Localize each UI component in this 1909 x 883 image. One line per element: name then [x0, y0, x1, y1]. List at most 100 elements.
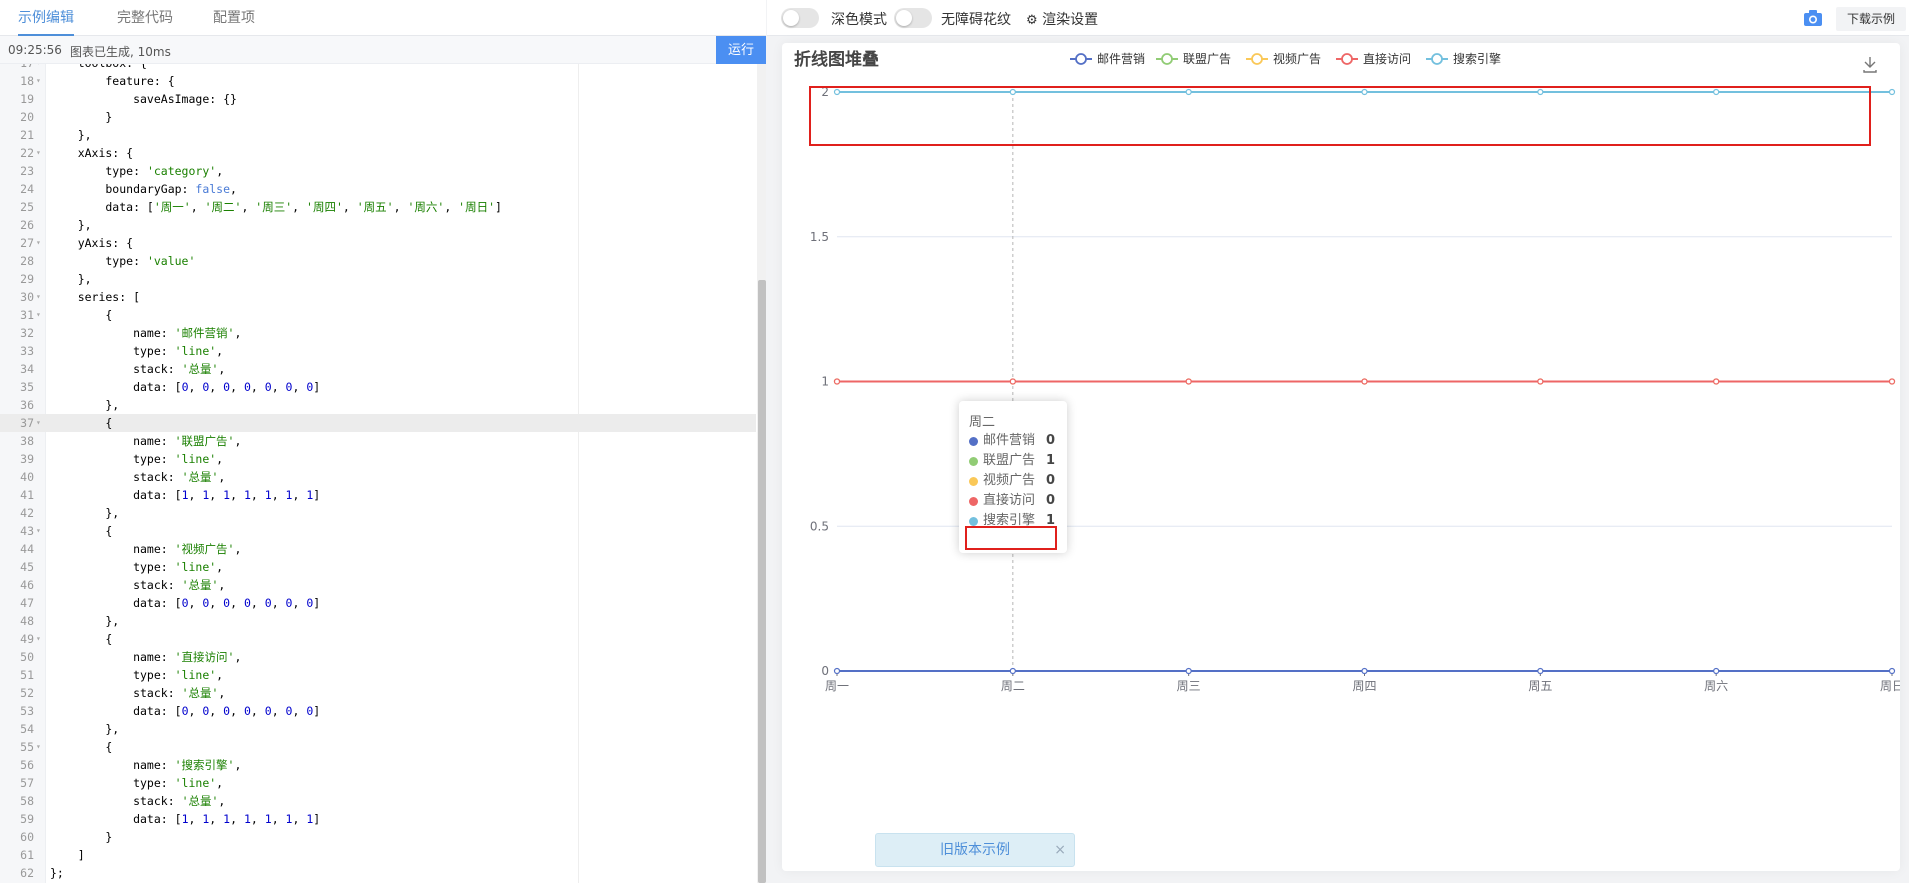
code-line[interactable]: 60 } [0, 828, 756, 846]
code-line[interactable]: 46 stack: '总量', [0, 576, 756, 594]
render-settings-button[interactable]: ⚙ 渲染设置 [1026, 9, 1098, 29]
code-line[interactable]: 49 ▾ { [0, 630, 756, 648]
tab-full-code[interactable]: 完整代码 [117, 0, 173, 36]
code-line[interactable]: 59 data: [1, 1, 1, 1, 1, 1, 1] [0, 810, 756, 828]
code-line[interactable]: 27 ▾ yAxis: { [0, 234, 756, 252]
code-line[interactable]: 48 }, [0, 612, 756, 630]
series-point [1888, 667, 1896, 675]
code-text: }, [50, 398, 120, 412]
fold-arrow-icon[interactable]: ▾ [36, 144, 44, 162]
gear-icon: ⚙ [1026, 13, 1038, 28]
code-line[interactable]: 23 type: 'category', [0, 162, 756, 180]
line-number: 50 [20, 650, 34, 664]
code-line[interactable]: 55 ▾ { [0, 738, 756, 756]
code-line[interactable]: 24 boundaryGap: false, [0, 180, 756, 198]
code-line[interactable]: 62}; [0, 864, 756, 882]
series-dot [969, 477, 978, 486]
code-line[interactable]: 56 name: '搜索引擎', [0, 756, 756, 774]
code-line[interactable]: 26 }, [0, 216, 756, 234]
code-line[interactable]: 41 data: [1, 1, 1, 1, 1, 1, 1] [0, 486, 756, 504]
code-line[interactable]: 47 data: [0, 0, 0, 0, 0, 0, 0] [0, 594, 756, 612]
code-line[interactable]: 18 ▾ feature: { [0, 72, 756, 90]
code-line[interactable]: 50 name: '直接访问', [0, 648, 756, 666]
line-number: 41 [20, 488, 34, 502]
code-line[interactable]: 21 }, [0, 126, 756, 144]
code-line[interactable]: 17▾ toolbox: { [0, 64, 756, 72]
fold-arrow-icon[interactable]: ▾ [36, 522, 44, 540]
code-line[interactable]: 42 }, [0, 504, 756, 522]
close-icon[interactable]: × [1054, 834, 1066, 866]
code-line[interactable]: 43 ▾ { [0, 522, 756, 540]
legend-item[interactable]: 联盟广告 [1156, 52, 1231, 66]
series-point [1361, 378, 1368, 385]
code-line[interactable]: 35 data: [0, 0, 0, 0, 0, 0, 0] [0, 378, 756, 396]
legend-label: 视频广告 [1273, 51, 1321, 66]
code-text: data: ['周一', '周二', '周三', '周四', '周五', '周六… [50, 200, 502, 214]
code-text: xAxis: { [50, 146, 134, 160]
code-line[interactable]: 38 name: '联盟广告', [0, 432, 756, 450]
fold-arrow-icon[interactable]: ▾ [36, 72, 44, 90]
tab-config[interactable]: 配置项 [213, 0, 255, 36]
line-number: 42 [20, 506, 34, 520]
series-point [833, 378, 841, 385]
fold-arrow-icon[interactable]: ▾ [36, 64, 44, 72]
code-line[interactable]: 36 }, [0, 396, 756, 414]
run-button[interactable]: 运行 [716, 36, 766, 64]
tooltip-row: 直接访问 0 [969, 491, 1059, 511]
dark-mode-toggle[interactable] [781, 8, 819, 28]
save-image-icon[interactable] [1863, 57, 1877, 73]
accessibility-toggle[interactable] [894, 8, 932, 28]
series-point [1713, 378, 1720, 385]
line-chart[interactable]: 折线图堆叠 邮件营销 联盟广告 视频广告 直接访问 搜索引擎 00.511.52 周一周… [782, 43, 1900, 871]
code-line[interactable]: 51 type: 'line', [0, 666, 756, 684]
fold-arrow-icon[interactable]: ▾ [36, 630, 44, 648]
code-line[interactable]: 19 saveAsImage: {} [0, 90, 756, 108]
fold-arrow-icon[interactable]: ▾ [36, 234, 44, 252]
series-point [1009, 667, 1016, 675]
code-line[interactable]: 44 name: '视频广告', [0, 540, 756, 558]
fold-arrow-icon[interactable]: ▾ [36, 288, 44, 306]
line-number: 28 [20, 254, 34, 268]
fold-arrow-icon[interactable]: ▾ [36, 306, 44, 324]
code-line[interactable]: 22 ▾ xAxis: { [0, 144, 756, 162]
code-line[interactable]: 39 type: 'line', [0, 450, 756, 468]
code-line[interactable]: 52 stack: '总量', [0, 684, 756, 702]
code-line[interactable]: 25 data: ['周一', '周二', '周三', '周四', '周五', … [0, 198, 756, 216]
editor-tabs: 示例编辑 完整代码 配置项 [0, 0, 766, 36]
code-line[interactable]: 34 stack: '总量', [0, 360, 756, 378]
tab-example-edit[interactable]: 示例编辑 [18, 0, 74, 36]
download-example-button[interactable]: 下载示例 [1836, 7, 1906, 31]
old-version-example-banner[interactable]: 旧版本示例 × [875, 833, 1075, 867]
code-text: name: '直接访问', [50, 650, 242, 664]
code-line[interactable]: 28 type: 'value' [0, 252, 756, 270]
code-line[interactable]: 20 } [0, 108, 756, 126]
code-line[interactable]: 30 ▾ series: [ [0, 288, 756, 306]
fold-arrow-icon[interactable]: ▾ [36, 738, 44, 756]
code-line[interactable]: 32 name: '邮件营销', [0, 324, 756, 342]
line-number: 53 [20, 704, 34, 718]
code-line[interactable]: 33 type: 'line', [0, 342, 756, 360]
legend-item[interactable]: 视频广告 [1246, 51, 1321, 66]
code-line[interactable]: 53 data: [0, 0, 0, 0, 0, 0, 0] [0, 702, 756, 720]
legend-item[interactable]: 直接访问 [1336, 51, 1411, 66]
code-line[interactable]: 40 stack: '总量', [0, 468, 756, 486]
code-editor[interactable]: 17▾ toolbox: {18▾ feature: {19 saveAsIma… [0, 64, 766, 883]
line-number: 44 [20, 542, 34, 556]
code-line[interactable]: 45 type: 'line', [0, 558, 756, 576]
code-line[interactable]: 29 }, [0, 270, 756, 288]
scrollbar-thumb[interactable] [758, 280, 766, 883]
legend-item[interactable]: 搜索引擎 [1426, 51, 1501, 66]
code-line[interactable]: 57 type: 'line', [0, 774, 756, 792]
code-line[interactable]: 58 stack: '总量', [0, 792, 756, 810]
code-line[interactable]: 37 ▾ { [0, 414, 756, 432]
code-line[interactable]: 31 ▾ { [0, 306, 756, 324]
tooltip-row: 联盟广告 1 [969, 451, 1059, 471]
camera-icon[interactable] [1803, 9, 1823, 27]
code-line[interactable]: 54 }, [0, 720, 756, 738]
line-number: 34 [20, 362, 34, 376]
line-number: 31 [20, 308, 34, 322]
legend-item[interactable]: 邮件营销 [1070, 52, 1145, 66]
fold-arrow-icon[interactable]: ▾ [36, 414, 44, 432]
line-number: 25 [20, 200, 34, 214]
code-line[interactable]: 61 ] [0, 846, 756, 864]
